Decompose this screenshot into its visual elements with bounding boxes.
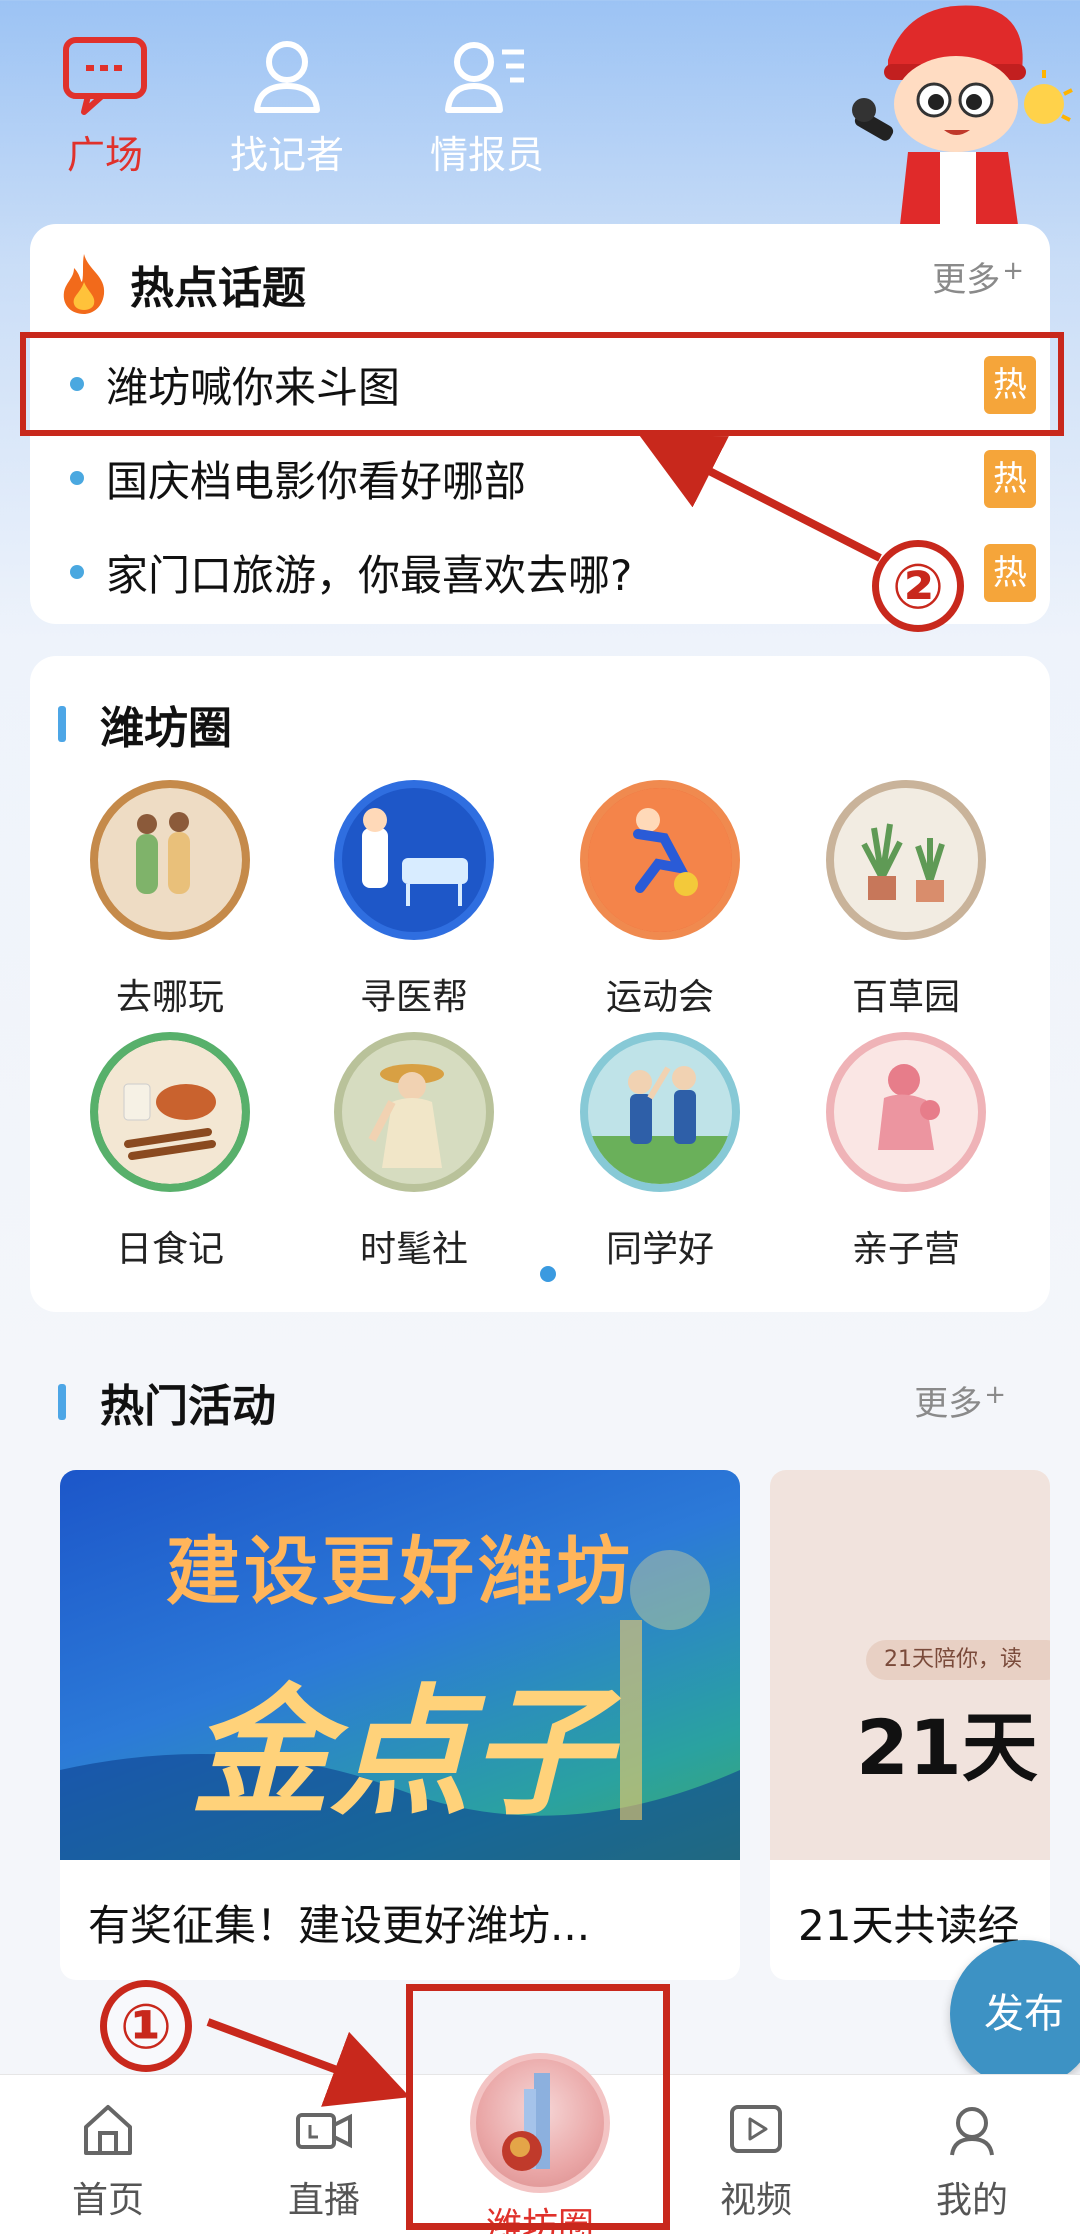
fashion-icon <box>334 1032 494 1192</box>
classmates-icon <box>580 1032 740 1192</box>
activity-banner: 建设更好潍坊 金点子 <box>60 1470 740 1860</box>
circle-item-tongxue[interactable]: 同学好 <box>560 1032 760 1272</box>
circle-label: 去哪玩 <box>115 977 224 1018</box>
video-camera-icon <box>296 2113 352 2149</box>
tab-home[interactable]: 首页 <box>28 2103 188 2223</box>
person-icon <box>254 41 320 113</box>
topic-item[interactable]: 国庆档电影你看好哪部 热 <box>30 438 1050 518</box>
nav-label: 找记者 <box>229 133 344 177</box>
more-label: 更多 <box>914 1384 983 1424</box>
user-profile-icon <box>950 2107 994 2156</box>
hot-activities-title: 热门活动 <box>100 1381 276 1432</box>
tab-live[interactable]: 直播 <box>244 2103 404 2223</box>
parent-child-icon <box>826 1032 986 1192</box>
circle-label: 日食记 <box>115 1229 224 1270</box>
circle-item-qinzi[interactable]: 亲子营 <box>806 1032 1006 1272</box>
annotation-box-step1 <box>406 1984 670 2230</box>
food-icon <box>90 1032 250 1192</box>
circle-item-quna[interactable]: 去哪玩 <box>70 780 270 1020</box>
hot-activities-header: 热门活动 <box>58 1370 276 1434</box>
tab-mine[interactable]: 我的 <box>892 2103 1052 2223</box>
circle-label: 时髦社 <box>359 1229 468 1270</box>
annotation-step1: ① <box>100 1980 192 2072</box>
tab-label: 我的 <box>935 2180 1008 2221</box>
tab-video[interactable]: 视频 <box>676 2103 836 2223</box>
travel-icon <box>90 780 250 940</box>
sports-icon <box>580 780 740 940</box>
person-list-icon <box>445 42 524 113</box>
activity-caption: 21天共读经 <box>798 1901 1020 1950</box>
weifang-circle-title: 潍坊圈 <box>100 703 232 754</box>
publish-button[interactable]: 发布 <box>950 1940 1080 2088</box>
hot-activities-section: 热门活动 更多+ 建设更好潍坊 金点子 有奖征集！建设更好潍坊... 21天陪你… <box>30 1350 1050 1990</box>
hot-badge: 热 <box>984 544 1036 602</box>
banner-subtitle: 金点子 <box>189 1671 610 1835</box>
activity-card[interactable]: 21天陪你，读 21天 21天共读经 <box>770 1470 1050 1980</box>
circle-label: 运动会 <box>605 977 714 1018</box>
more-label: 更多 <box>932 260 1001 300</box>
flame-icon <box>63 254 105 314</box>
weifang-circle-header: 潍坊圈 <box>58 692 232 756</box>
mascot-reporter-icon <box>852 5 1073 225</box>
plants-icon <box>826 780 986 940</box>
activity-card[interactable]: 建设更好潍坊 金点子 有奖征集！建设更好潍坊... <box>60 1470 740 1980</box>
home-icon <box>84 2105 132 2155</box>
tab-label: 首页 <box>71 2180 144 2221</box>
tab-label: 视频 <box>719 2180 792 2221</box>
top-navigation: 广场 找记者 情报员 <box>0 0 1080 225</box>
section-bar <box>58 706 66 742</box>
more-plus: + <box>984 1379 1006 1410</box>
weifang-circle-card: 潍坊圈 去哪玩 寻医帮 运动会 百草园 日食记 时髦社 同学好 亲子营 <box>30 656 1050 1312</box>
nav-label: 广场 <box>66 133 143 177</box>
hot-activities-more-link[interactable]: 更多+ <box>914 1376 1006 1425</box>
play-video-icon <box>730 2105 782 2153</box>
tab-label: 直播 <box>287 2180 360 2221</box>
circle-item-yundong[interactable]: 运动会 <box>560 780 760 1020</box>
nav-label: 情报员 <box>429 133 544 177</box>
activity-banner: 21天陪你，读 21天 <box>770 1470 1050 1860</box>
activity-caption: 有奖征集！建设更好潍坊... <box>88 1901 591 1950</box>
circle-item-shimao[interactable]: 时髦社 <box>314 1032 514 1272</box>
hot-topics-header: 热点话题 <box>58 252 306 316</box>
circle-label: 亲子营 <box>851 1229 960 1270</box>
circle-item-baicao[interactable]: 百草园 <box>806 780 1006 1020</box>
bullet-dot <box>70 471 84 485</box>
hot-topics-more-link[interactable]: 更多+ <box>932 252 1024 301</box>
annotation-highlight-box <box>20 332 1064 436</box>
annotation-step2: ② <box>872 540 964 632</box>
topic-text: 国庆档电影你看好哪部 <box>106 456 527 506</box>
hot-topics-title: 热点话题 <box>130 263 306 314</box>
banner-title: 建设更好潍坊 <box>166 1532 634 1614</box>
circle-label: 寻医帮 <box>359 977 468 1018</box>
circle-label: 百草园 <box>851 977 960 1018</box>
nav-guangchang[interactable]: 广场 <box>30 36 180 179</box>
bullet-dot <box>70 565 84 579</box>
topic-text: 家门口旅游，你最喜欢去哪? <box>106 550 633 600</box>
banner-big-text: 21天 <box>856 1703 1038 1792</box>
chat-bubble-icon <box>63 37 147 115</box>
circle-label: 同学好 <box>605 1229 714 1270</box>
pager-dot[interactable] <box>540 1266 556 1282</box>
nav-qingbaoyuan[interactable]: 情报员 <box>412 36 562 179</box>
hot-badge: 热 <box>984 450 1036 508</box>
circle-item-xunyi[interactable]: 寻医帮 <box>314 780 514 1020</box>
nav-zhaojizhe[interactable]: 找记者 <box>212 36 362 179</box>
circle-item-rishi[interactable]: 日食记 <box>70 1032 270 1272</box>
banner-small-text: 21天陪你，读 <box>866 1640 1050 1680</box>
section-bar <box>58 1384 66 1420</box>
doctor-icon <box>334 780 494 940</box>
more-plus: + <box>1002 255 1024 286</box>
